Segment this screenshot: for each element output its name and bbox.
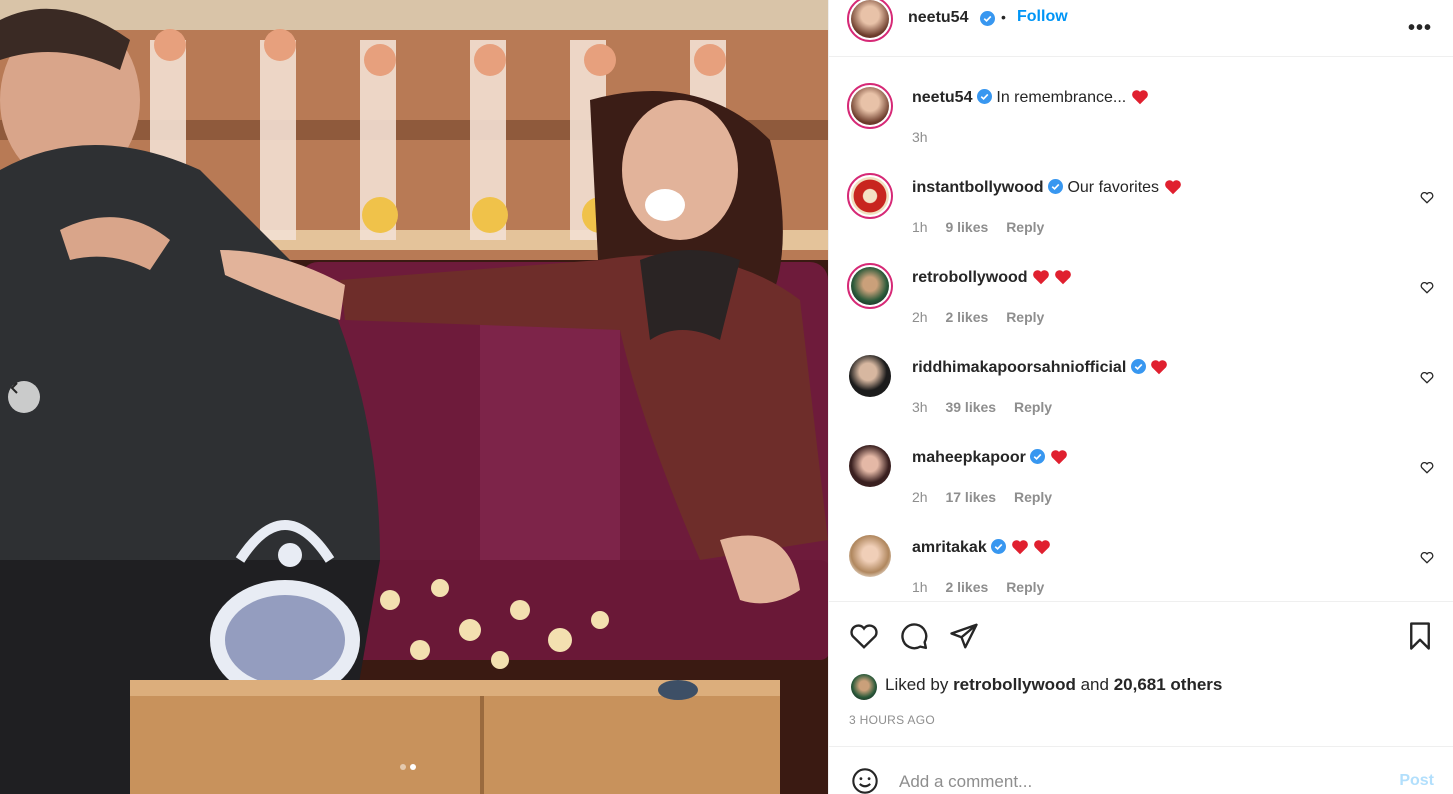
red-heart-emoji-icon xyxy=(1131,90,1148,105)
chevron-left-icon xyxy=(10,382,18,394)
commenter-username[interactable]: retrobollywood xyxy=(912,269,1028,286)
reply-button[interactable]: Reply xyxy=(1006,309,1044,325)
likes-middle: and xyxy=(1080,675,1109,694)
comment-likes[interactable]: 2 likes xyxy=(945,579,988,595)
comment-likes[interactable]: 9 likes xyxy=(945,219,988,235)
commenter-avatar[interactable] xyxy=(847,263,893,309)
comment-text-line: amritakak xyxy=(912,539,1051,557)
carousel-dot xyxy=(400,764,406,770)
red-heart-emoji-icon xyxy=(1164,180,1181,195)
red-heart-emoji-icon xyxy=(1011,540,1028,555)
carousel-indicator xyxy=(400,764,416,770)
carousel-dot-active xyxy=(410,764,416,770)
like-comment-heart-icon[interactable] xyxy=(1420,191,1434,204)
reply-button[interactable]: Reply xyxy=(1014,489,1052,505)
add-comment-bar: Add a comment... Post xyxy=(829,746,1453,794)
comment-text-line: riddhimakapoorsahniofficial xyxy=(912,359,1168,377)
like-comment-heart-icon[interactable] xyxy=(1420,371,1434,384)
comment-time: 3h xyxy=(912,399,928,415)
red-heart-emoji-icon xyxy=(1034,540,1050,555)
follow-button[interactable]: Follow xyxy=(1017,8,1068,26)
comment-text: Our favorites xyxy=(1067,179,1160,196)
verified-icon xyxy=(980,11,995,26)
comment-text-line: maheepkapoor xyxy=(912,449,1068,467)
verified-icon xyxy=(1130,359,1146,374)
likes-prefix: Liked by xyxy=(885,675,949,694)
commenter-avatar[interactable] xyxy=(849,535,891,577)
comment-time: 2h xyxy=(912,489,928,505)
post-details: neetu54 • Follow ••• neetu54 In remembra… xyxy=(828,0,1453,794)
post-comment-button[interactable]: Post xyxy=(1399,772,1434,790)
author-username[interactable]: neetu54 xyxy=(908,9,968,27)
like-comment-heart-icon[interactable] xyxy=(1420,461,1434,474)
reply-button[interactable]: Reply xyxy=(1014,399,1052,415)
comment-likes[interactable]: 39 likes xyxy=(945,399,996,415)
comment-text-line: instantbollywood Our favorites xyxy=(912,179,1182,197)
commenter-avatar[interactable] xyxy=(849,355,891,397)
post-modal: neetu54 • Follow ••• neetu54 In remembra… xyxy=(0,0,1453,794)
post-actions: Liked by retrobollywood and 20,681 other… xyxy=(829,601,1453,746)
post-photo xyxy=(0,0,828,794)
comment-time: 2h xyxy=(912,309,928,325)
comment-likes[interactable]: 2 likes xyxy=(945,309,988,325)
likes-others-link[interactable]: 20,681 others xyxy=(1114,675,1223,694)
commenter-username[interactable]: amritakak xyxy=(912,539,987,556)
verified-icon xyxy=(976,89,992,104)
verified-icon xyxy=(991,539,1007,554)
comment-time: 1h xyxy=(912,219,928,235)
liker-username[interactable]: retrobollywood xyxy=(953,675,1076,694)
comment-meta: 3h 39 likes Reply xyxy=(912,399,1066,415)
caption-text-line: neetu54 In remembrance... xyxy=(912,89,1149,107)
comment-meta: 1h 9 likes Reply xyxy=(912,219,1058,235)
red-heart-emoji-icon xyxy=(1151,360,1168,375)
comment-meta: 1h 2 likes Reply xyxy=(912,579,1058,595)
comment-time: 1h xyxy=(912,579,928,595)
verified-icon xyxy=(1030,449,1046,464)
header-separator: • xyxy=(1001,9,1006,25)
share-icon[interactable] xyxy=(949,621,979,651)
caption-text: In remembrance... xyxy=(996,89,1127,106)
red-heart-emoji-icon xyxy=(1055,270,1072,285)
comment-icon[interactable] xyxy=(899,621,929,651)
commenter-username[interactable]: maheepkapoor xyxy=(912,449,1026,466)
post-timestamp: 3 HOURS AGO xyxy=(849,713,935,727)
caption-time: 3h xyxy=(912,129,928,145)
heart-icon[interactable] xyxy=(849,622,879,650)
like-comment-heart-icon[interactable] xyxy=(1420,281,1434,294)
emoji-icon[interactable] xyxy=(851,767,879,794)
caption-username[interactable]: neetu54 xyxy=(912,89,972,106)
verified-icon xyxy=(1048,179,1063,194)
comment-text-line: retrobollywood xyxy=(912,269,1072,287)
likes-summary: Liked by retrobollywood and 20,681 other… xyxy=(885,675,1222,695)
red-heart-emoji-icon xyxy=(1050,450,1067,465)
liker-avatar[interactable] xyxy=(851,674,877,700)
commenter-username[interactable]: riddhimakapoorsahniofficial xyxy=(912,359,1126,376)
carousel-prev-button[interactable] xyxy=(8,381,40,413)
author-avatar[interactable] xyxy=(847,83,893,129)
like-comment-heart-icon[interactable] xyxy=(1420,551,1434,564)
bookmark-icon[interactable] xyxy=(1407,621,1433,651)
red-heart-emoji-icon xyxy=(1033,270,1049,285)
caption-meta: 3h xyxy=(912,129,942,145)
commenter-avatar[interactable] xyxy=(849,445,891,487)
commenter-avatar[interactable] xyxy=(847,173,893,219)
comment-meta: 2h 2 likes Reply xyxy=(912,309,1058,325)
comment-meta: 2h 17 likes Reply xyxy=(912,489,1066,505)
comment-input[interactable]: Add a comment... xyxy=(899,772,1032,792)
photo-illustration xyxy=(0,0,828,794)
reply-button[interactable]: Reply xyxy=(1006,579,1044,595)
commenter-username[interactable]: instantbollywood xyxy=(912,179,1044,196)
reply-button[interactable]: Reply xyxy=(1006,219,1044,235)
more-options-button[interactable]: ••• xyxy=(1408,17,1432,40)
comment-likes[interactable]: 17 likes xyxy=(945,489,996,505)
author-avatar[interactable] xyxy=(847,0,893,42)
post-header: neetu54 • Follow ••• xyxy=(829,0,1453,57)
